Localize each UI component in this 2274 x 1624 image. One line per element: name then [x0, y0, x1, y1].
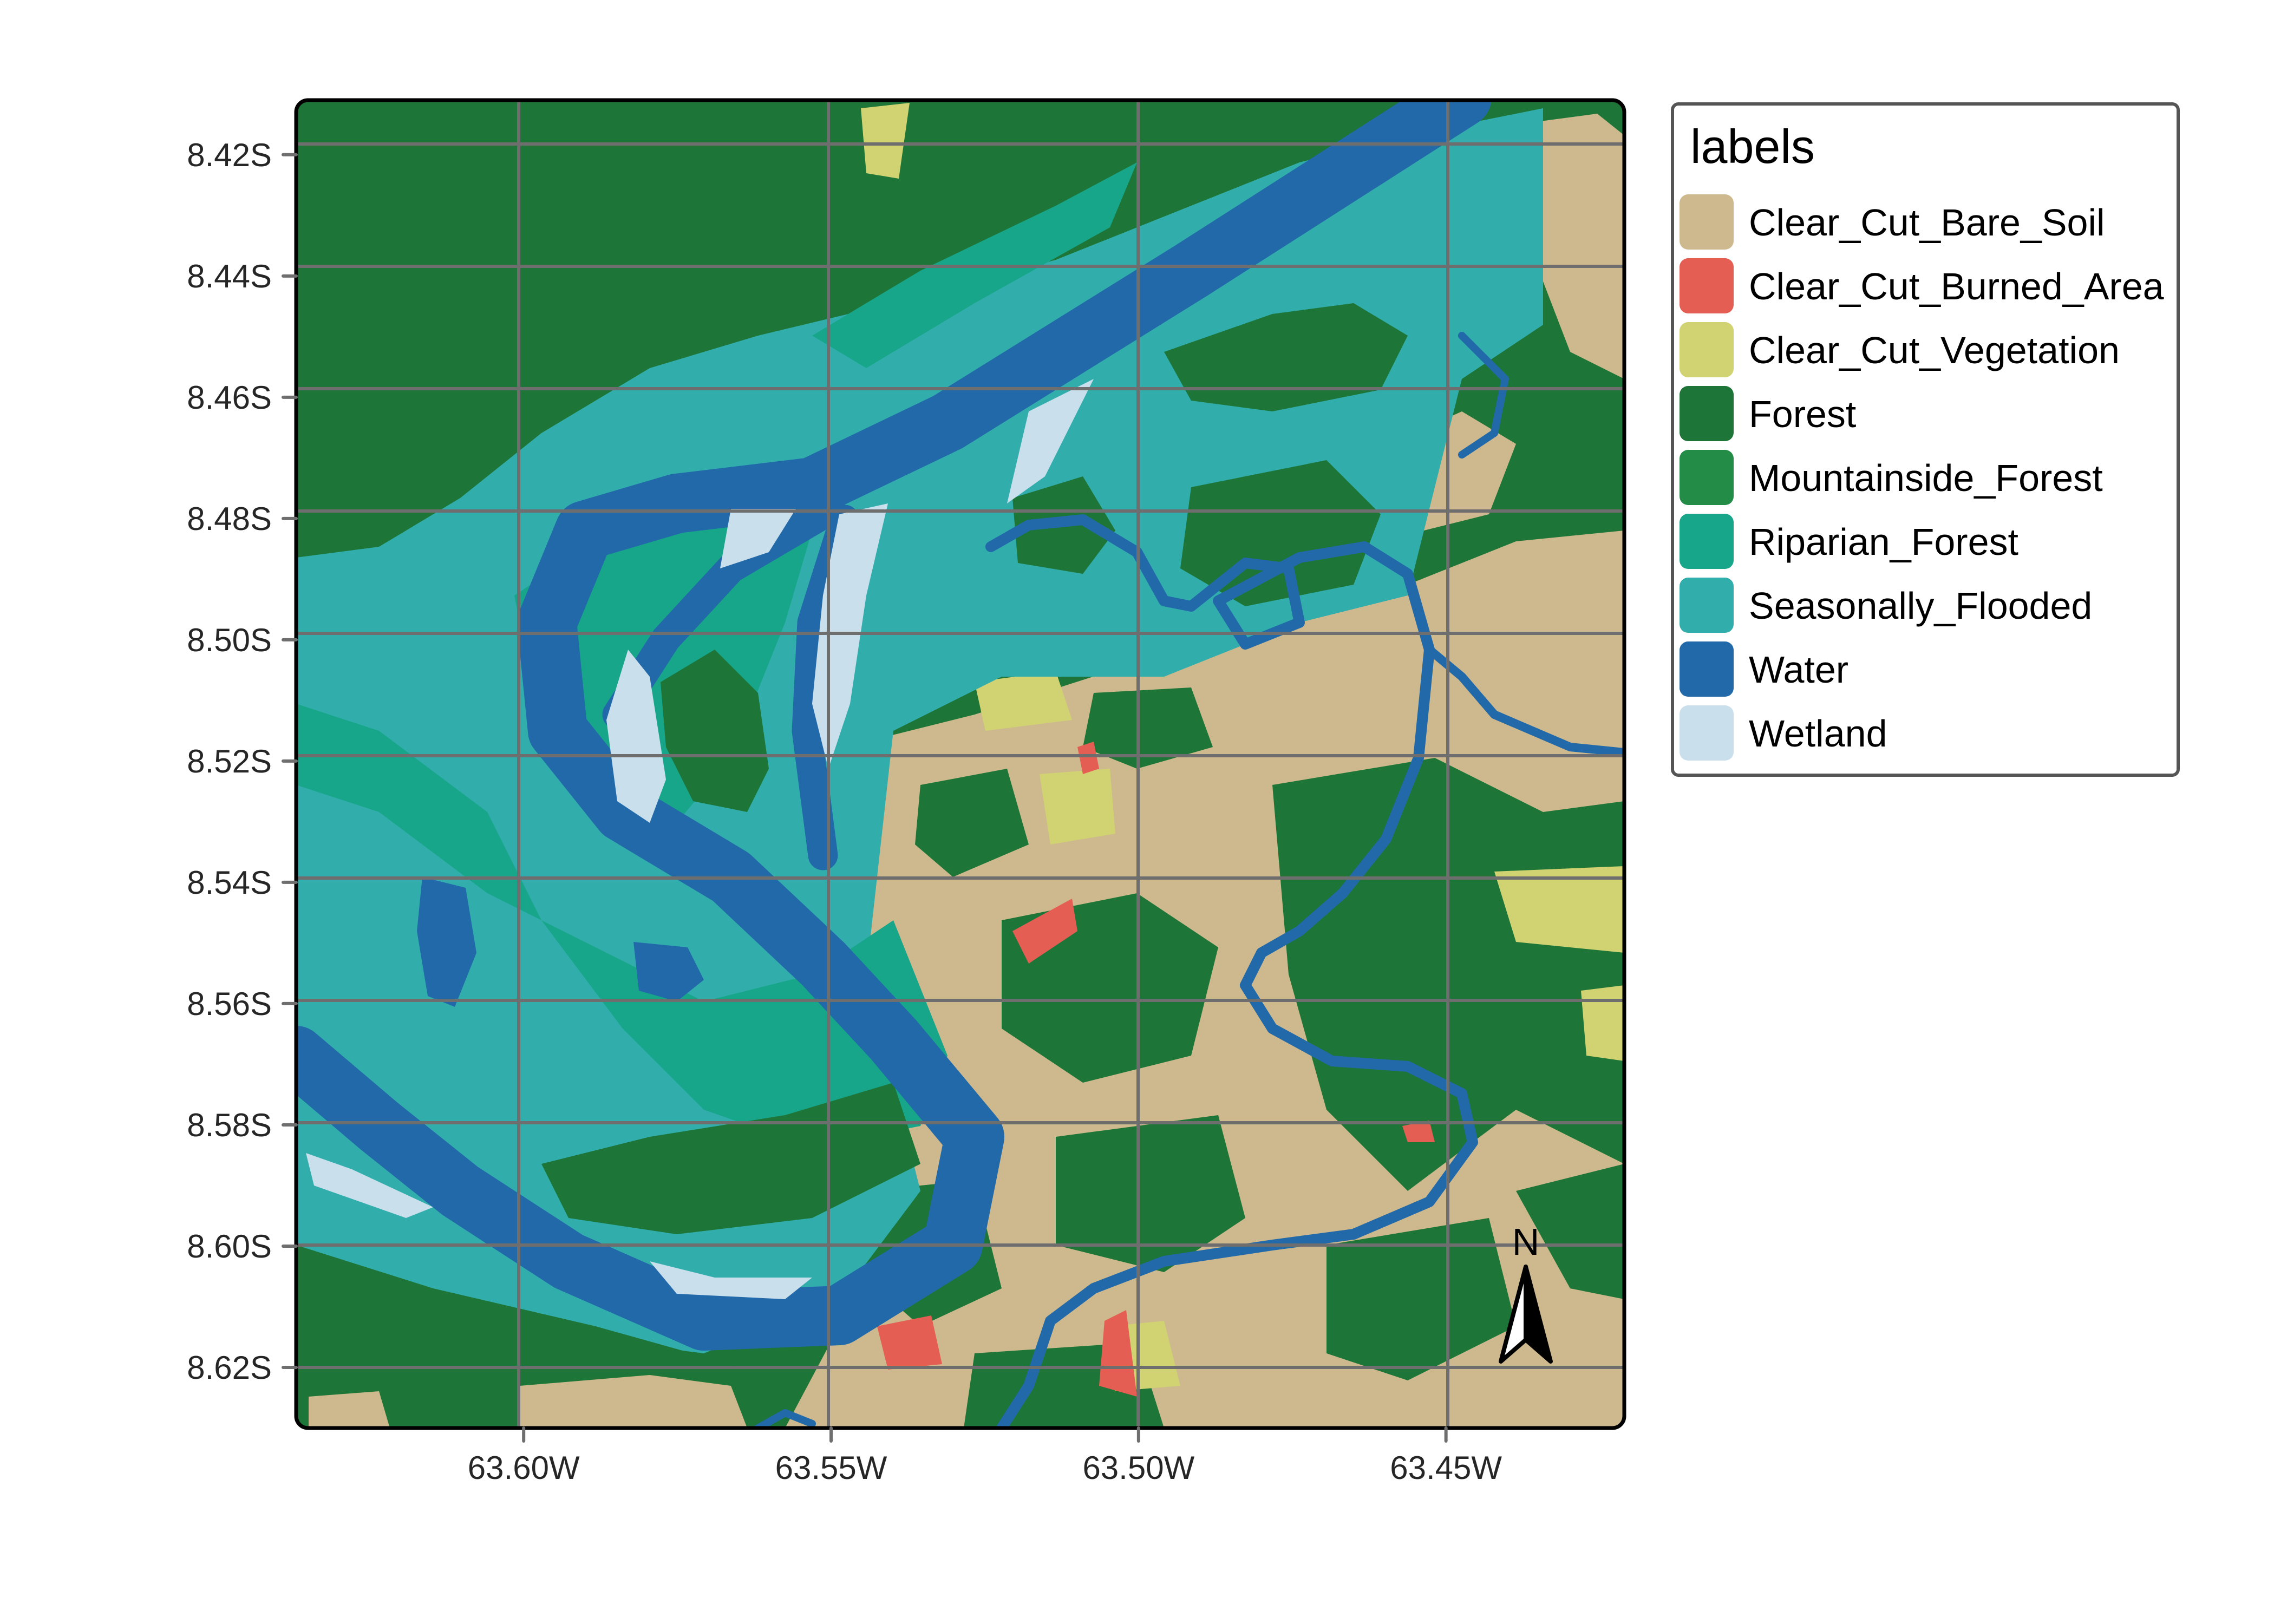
legend-label: Wetland [1749, 712, 1887, 755]
bare-soil-region [309, 1391, 390, 1428]
x-tick-label: 63.55W [775, 1450, 887, 1486]
y-tick-label: 8.60S [187, 1228, 272, 1265]
y-axis: 8.42S 8.44S 8.46S 8.48S 8.50S 8.52S 8.54S 8.56S… [187, 137, 298, 1386]
x-tick-label: 63.50W [1082, 1450, 1194, 1486]
legend-label: Clear_Cut_Vegetation [1749, 329, 2120, 371]
y-tick-label: 8.62S [187, 1350, 272, 1386]
legend-swatch [1680, 514, 1734, 569]
legend-swatch [1680, 258, 1734, 313]
y-tick-label: 8.52S [187, 743, 272, 780]
legend-label: Seasonally_Flooded [1749, 585, 2093, 627]
legend-swatch [1680, 386, 1734, 441]
legend-swatch [1680, 450, 1734, 505]
y-tick-label: 8.58S [187, 1107, 272, 1143]
legend-item: Mountainside_Forest [1680, 450, 2167, 506]
legend-item: Wetland [1680, 705, 2167, 762]
legend-swatch [1680, 641, 1734, 697]
legend-item: Riparian_Forest [1680, 514, 2167, 570]
x-axis: 63.60W 63.55W 63.50W 63.45W [468, 1426, 1502, 1486]
y-tick-label: 8.56S [187, 986, 272, 1022]
legend-item: Clear_Cut_Vegetation [1680, 322, 2167, 378]
legend-item: Water [1680, 641, 2167, 698]
legend-label: Clear_Cut_Burned_Area [1749, 265, 2164, 307]
legend-label: Water [1749, 649, 1849, 691]
legend-swatch [1680, 322, 1734, 377]
legend-label: Clear_Cut_Bare_Soil [1749, 201, 2105, 244]
legend-swatch [1680, 705, 1734, 761]
x-tick-label: 63.60W [468, 1450, 580, 1486]
vegetation-patch [1040, 769, 1115, 844]
legend-item: Clear_Cut_Bare_Soil [1680, 194, 2167, 251]
y-tick-label: 8.44S [187, 258, 272, 294]
legend-swatch [1680, 194, 1734, 250]
legend-label: Forest [1749, 393, 1857, 435]
y-tick-label: 8.54S [187, 865, 272, 901]
north-arrow-label: N [1512, 1221, 1540, 1263]
legend-swatch [1680, 578, 1734, 633]
legend-title: labels [1690, 120, 1815, 173]
y-tick-label: 8.50S [187, 622, 272, 658]
x-tick-label: 63.45W [1390, 1450, 1502, 1486]
y-tick-label: 8.46S [187, 379, 272, 416]
legend-item: Forest [1680, 386, 2167, 442]
y-tick-label: 8.42S [187, 137, 272, 173]
legend-item: Seasonally_Flooded [1680, 578, 2167, 634]
map-raster [296, 100, 1624, 1428]
legend-label: Riparian_Forest [1749, 521, 2018, 563]
legend-label: Mountainside_Forest [1749, 457, 2103, 499]
legend-item: Clear_Cut_Burned_Area [1680, 258, 2167, 315]
legend: labels Clear_Cut_Bare_Soil Clear_Cut_Burn… [1671, 102, 2180, 777]
vegetation-patch [1581, 985, 1624, 1061]
y-tick-label: 8.48S [187, 501, 272, 537]
